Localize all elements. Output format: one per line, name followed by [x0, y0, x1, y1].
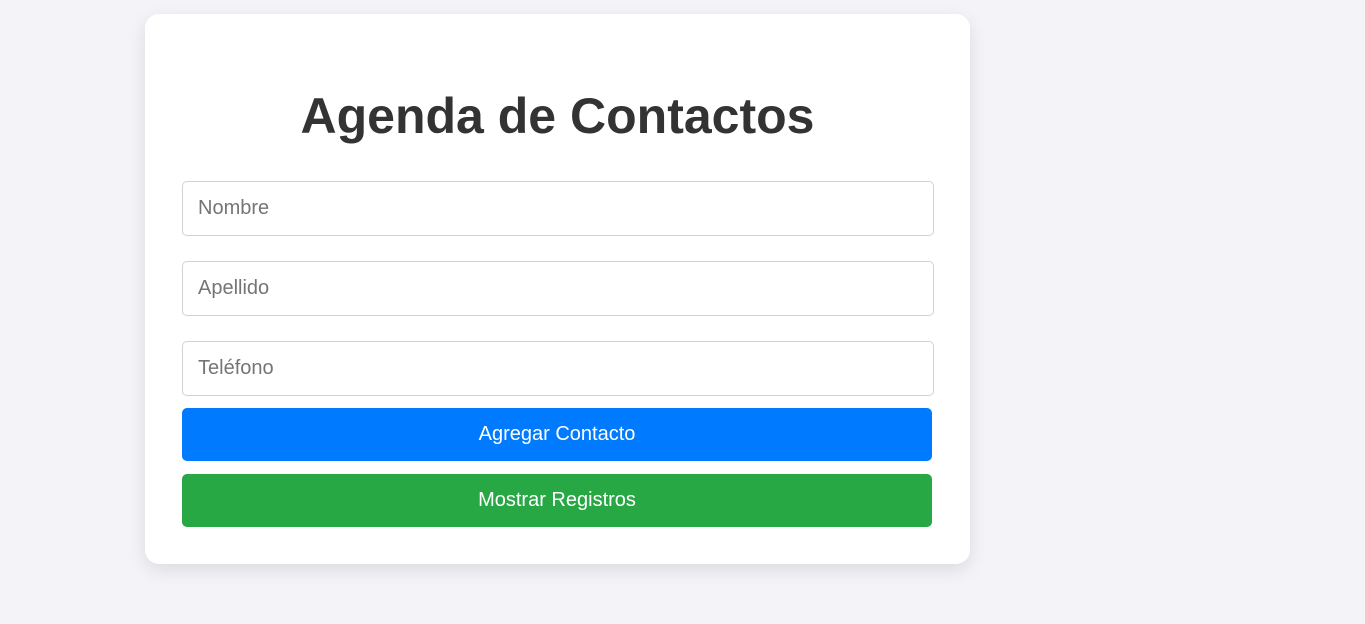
- add-contact-button[interactable]: Agregar Contacto: [182, 408, 932, 461]
- apellido-input[interactable]: [182, 261, 934, 316]
- show-records-button[interactable]: Mostrar Registros: [182, 474, 932, 527]
- telefono-input[interactable]: [182, 341, 934, 396]
- page-title: Agenda de Contactos: [300, 88, 815, 144]
- contact-form-card: Agenda de Contactos Agregar Contacto Mos…: [145, 14, 970, 564]
- nombre-input[interactable]: [182, 181, 934, 236]
